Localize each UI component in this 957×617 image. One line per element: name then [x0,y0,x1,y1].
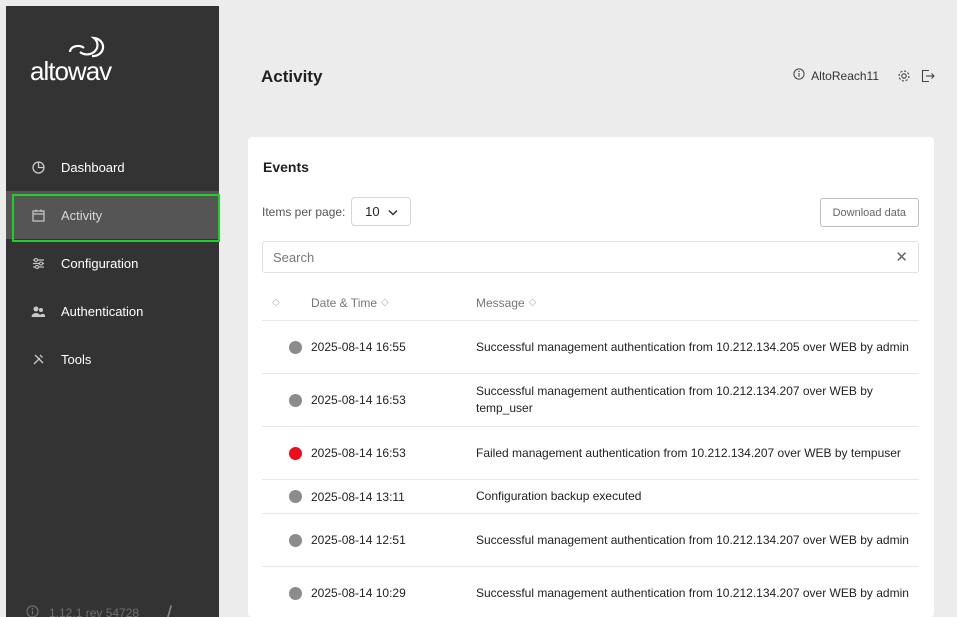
row-date: 2025-08-14 10:29 [311,586,406,600]
message-column-label: Message [476,295,525,310]
chevron-down-icon [388,204,398,219]
status-column-header[interactable]: ◇ [262,297,311,308]
message-column-header[interactable]: Message ◇ [476,296,919,310]
sidebar-item-label: Configuration [61,255,139,271]
logo-text: altowav [30,56,112,86]
row-message: Successful management authentication fro… [476,384,873,415]
sidebar-footer: 1.12.1 rev 54728 // [26,604,172,617]
version-text: 1.12.1 rev 54728 [49,606,140,617]
row-message: Configuration backup executed [476,489,642,503]
table-row[interactable]: 2025-08-14 16:53 Failed management authe… [262,427,919,480]
gear-icon[interactable] [897,69,911,83]
row-message: Successful management authentication fro… [476,585,909,600]
sidebar-item-tools[interactable]: Tools [6,335,219,383]
sidebar-nav: Dashboard Activity Configuration Authent… [6,143,220,383]
items-per-page: Items per page: 10 [262,197,412,226]
sidebar-item-label: Authentication [61,303,144,319]
table-header: ◇ Date & Time ◇ Message ◇ [262,285,919,321]
topbar-right: AltoReach11 [793,68,935,83]
events-title: Events [263,159,309,175]
users-icon [31,304,45,318]
items-per-page-value: 10 [365,204,380,219]
row-message: Successful management authentication fro… [476,532,909,547]
sort-icon: ◇ [381,297,389,308]
status-dot [289,586,302,600]
sort-icon: ◇ [528,297,537,308]
search-input[interactable] [273,249,896,265]
status-dot [289,446,302,460]
items-per-page-label: Items per page: [262,204,346,219]
sidebar-item-configuration[interactable]: Configuration [6,239,219,287]
items-per-page-select[interactable]: 10 [351,197,412,226]
sidebar-item-label: Tools [61,351,92,367]
row-date: 2025-08-14 16:53 [311,446,406,460]
tools-icon [31,352,45,366]
row-message: Failed management authentication from 10… [476,445,901,460]
row-date: 2025-08-14 16:53 [311,393,406,407]
table-row[interactable]: 2025-08-14 10:29 Successful management a… [262,567,919,617]
calendar-icon [31,208,45,222]
events-table: ◇ Date & Time ◇ Message ◇ 2025-08-14 16:… [262,285,919,617]
page-title: Activity [261,67,323,86]
pie-chart-icon [31,160,45,174]
table-row[interactable]: 2025-08-14 16:55 Successful management a… [262,321,919,374]
info-icon [793,68,805,83]
row-date: 2025-08-14 16:55 [311,340,406,354]
table-row[interactable]: 2025-08-14 16:53 Successful management a… [262,374,919,427]
row-date: 2025-08-14 13:11 [311,489,405,504]
date-column-label: Date & Time [311,295,378,310]
row-date: 2025-08-14 12:51 [311,533,406,547]
table-row[interactable]: 2025-08-14 12:51 Successful management a… [262,514,919,567]
date-column-header[interactable]: Date & Time ◇ [311,296,476,310]
status-dot [289,393,302,407]
status-dot [289,533,302,547]
user-info[interactable]: AltoReach11 [793,68,879,83]
sidebar-item-label: Dashboard [61,159,125,175]
username: AltoReach11 [811,68,879,83]
row-message: Successful management authentication fro… [476,339,909,354]
sidebar: altowav Dashboard Activity Configuration [6,6,220,617]
events-card: Events Items per page: 10 Download data … [248,137,934,617]
close-icon[interactable]: ✕ [895,248,908,266]
sort-icon: ◇ [272,297,280,308]
download-data-button[interactable]: Download data [819,198,919,227]
search-bar: ✕ [262,241,919,273]
sidebar-item-authentication[interactable]: Authentication [6,287,219,335]
status-dot [289,340,302,354]
table-row[interactable]: 2025-08-14 13:11 Configuration backup ex… [262,480,919,514]
altowav-logo[interactable]: altowav [26,28,136,88]
sliders-icon [31,256,45,270]
sidebar-item-label: Activity [61,207,103,223]
collapse-sidebar-icon[interactable]: // [167,604,171,617]
sidebar-item-activity[interactable]: Activity [6,191,220,242]
status-dot [289,490,302,503]
sidebar-item-dashboard[interactable]: Dashboard [6,143,219,191]
logout-icon[interactable] [921,69,935,83]
info-icon [26,605,39,617]
